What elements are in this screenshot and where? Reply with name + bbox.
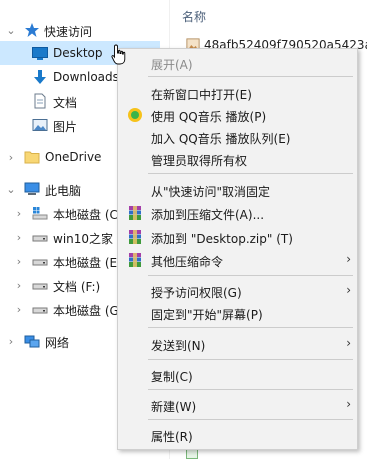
winrar-icon [129, 206, 141, 220]
menu-label: 管理员取得所有权 [151, 154, 248, 168]
context-menu: 展开(A) 在新窗口中打开(E) 使用 QQ音乐 播放(P) 加入 QQ音乐 播… [117, 48, 358, 450]
chevron-right-icon[interactable]: › [6, 329, 16, 353]
menu-item-grant-access[interactable]: 授予访问权限(G) › [118, 280, 357, 302]
submenu-arrow-icon: › [346, 252, 351, 266]
hand-cursor-icon [111, 44, 126, 65]
menu-separator [148, 275, 353, 276]
submenu-arrow-icon: › [346, 336, 351, 350]
menu-item-send-to[interactable]: 发送到(N) › [118, 333, 357, 355]
menu-item-pin-start[interactable]: 固定到"开始"屏幕(P) [118, 302, 357, 324]
column-header-name[interactable]: 名称 [182, 8, 206, 25]
chevron-right-icon[interactable]: › [14, 297, 24, 321]
nav-label: 快速访问 [44, 25, 93, 39]
menu-label: 授予访问权限(G) [151, 286, 242, 300]
menu-label: 属性(R) [151, 430, 193, 444]
qq-music-icon [128, 108, 142, 122]
menu-label: 其他压缩命令 [151, 255, 224, 269]
nav-label: OneDrive [45, 150, 102, 164]
network-icon [24, 335, 40, 348]
nav-label: 网络 [45, 336, 70, 350]
menu-separator [148, 419, 353, 420]
desktop-icon [32, 47, 48, 60]
menu-item-qq-queue[interactable]: 加入 QQ音乐 播放队列(E) [118, 126, 357, 148]
submenu-arrow-icon: › [346, 397, 351, 411]
menu-item-other-compress[interactable]: 其他压缩命令 › [118, 249, 357, 271]
chevron-down-icon[interactable]: ⌄ [6, 177, 16, 201]
drive-icon [32, 283, 48, 290]
menu-label: 固定到"开始"屏幕(P) [151, 308, 263, 322]
menu-item-copy[interactable]: 复制(C) [118, 364, 357, 386]
nav-label: Desktop [53, 46, 103, 60]
menu-item-qq-play[interactable]: 使用 QQ音乐 播放(P) [118, 104, 357, 126]
menu-separator [148, 173, 353, 174]
menu-item-add-archive[interactable]: 添加到压缩文件(A)... [118, 202, 357, 224]
submenu-arrow-icon: › [346, 283, 351, 297]
drive-icon [32, 207, 48, 220]
nav-label: 文档 (F:) [53, 280, 101, 294]
menu-label: 添加到压缩文件(A)... [151, 208, 265, 222]
menu-label: 在新窗口中打开(E) [151, 88, 252, 102]
menu-separator [148, 76, 353, 77]
nav-label: 此电脑 [45, 184, 82, 198]
chevron-right-icon[interactable]: › [14, 273, 24, 297]
chevron-right-icon[interactable]: › [14, 201, 24, 225]
chevron-down-icon[interactable]: ⌄ [6, 18, 16, 42]
menu-item-new[interactable]: 新建(W) › [118, 394, 357, 416]
nav-label: 本地磁盘 (G [53, 304, 119, 318]
nav-label: 本地磁盘 (C [53, 208, 118, 222]
winrar-icon [129, 253, 141, 267]
pictures-icon [32, 119, 48, 131]
nav-label: 文档 [53, 96, 78, 110]
nav-label: 本地磁盘 (E [53, 256, 118, 270]
folder-icon [24, 151, 40, 164]
chevron-right-icon[interactable]: › [6, 145, 16, 169]
chevron-right-icon[interactable]: › [14, 249, 24, 273]
menu-item-open-new-window[interactable]: 在新窗口中打开(E) [118, 82, 357, 104]
drive-icon [32, 259, 48, 266]
nav-label: 图片 [53, 120, 78, 134]
menu-label: 加入 QQ音乐 播放队列(E) [151, 132, 291, 146]
menu-label: 展开(A) [151, 58, 193, 72]
menu-label: 发送到(N) [151, 339, 206, 353]
menu-separator [148, 359, 353, 360]
nav-label: win10之家 [53, 232, 114, 246]
nav-label: Downloads [53, 70, 119, 84]
menu-label: 使用 QQ音乐 播放(P) [151, 110, 267, 124]
computer-icon [24, 182, 40, 195]
winrar-icon [129, 230, 141, 244]
menu-label: 复制(C) [151, 370, 193, 384]
drive-icon [32, 235, 48, 242]
star-icon [25, 23, 39, 37]
menu-item-take-ownership[interactable]: 管理员取得所有权 [118, 148, 357, 170]
menu-separator [148, 327, 353, 328]
menu-item-properties[interactable]: 属性(R) [118, 424, 357, 446]
document-icon [34, 93, 46, 109]
menu-label: 添加到 "Desktop.zip" (T) [151, 232, 293, 246]
drive-icon [32, 307, 48, 314]
chevron-right-icon[interactable]: › [14, 225, 24, 249]
menu-item-add-zip[interactable]: 添加到 "Desktop.zip" (T) [118, 226, 357, 248]
menu-item-expand[interactable]: 展开(A) [118, 52, 357, 74]
nav-quick-access[interactable]: ⌄ 快速访问 [0, 18, 168, 42]
menu-item-unpin-quick-access[interactable]: 从"快速访问"取消固定 [118, 179, 357, 201]
menu-label: 新建(W) [151, 400, 197, 414]
menu-label: 从"快速访问"取消固定 [151, 185, 271, 199]
menu-separator [148, 389, 353, 390]
download-arrow-icon [34, 70, 46, 84]
